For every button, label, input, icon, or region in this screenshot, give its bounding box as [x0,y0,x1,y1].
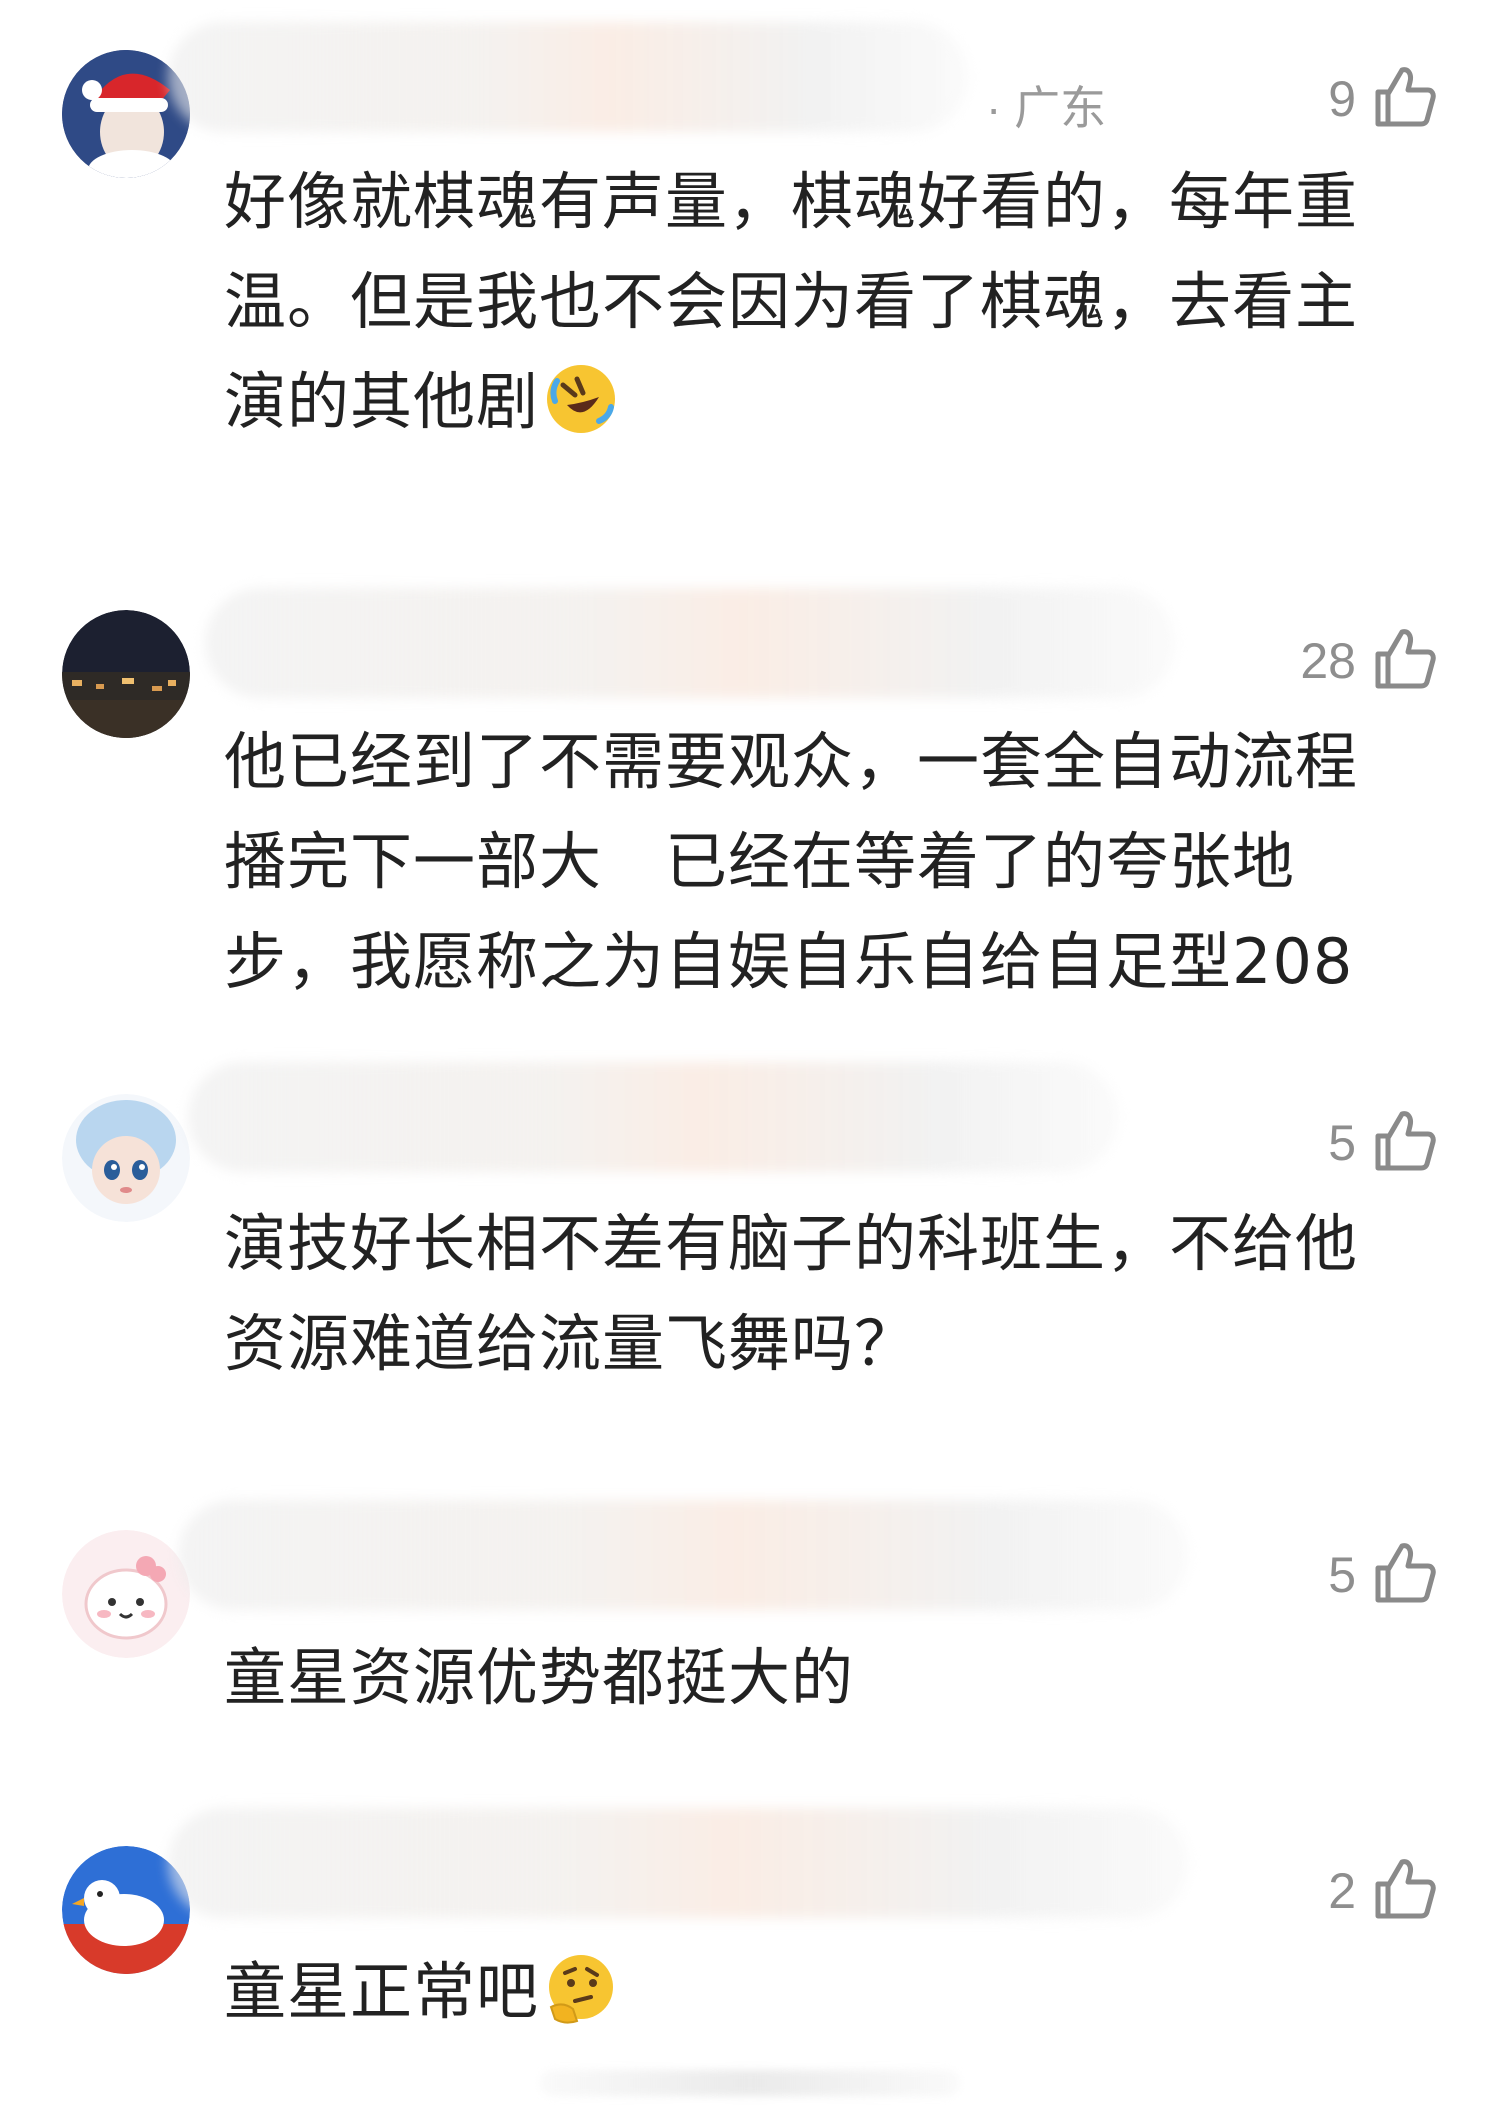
thumbs-up-icon[interactable] [1370,1538,1438,1606]
watermark [540,2070,960,2096]
thumbs-up-icon[interactable] [1370,62,1438,130]
username-blurred[interactable] [168,22,968,132]
thinking-face-icon [549,1955,614,2024]
comment-line-with-emoji: 童星正常吧 [224,1942,1444,2042]
night-city-avatar-art [62,610,190,738]
comment-line: 温。但是我也不会因为看了棋魂，去看主 [224,265,1359,338]
comment-line: 童星正常吧 [224,1955,540,2028]
thumbs-up-icon[interactable] [1370,1106,1438,1174]
comment-line: 资源难道给流量飞舞吗？ [224,1307,918,1380]
comment-line: 播完下一部大 已经在等着了的夸张地 [224,825,1296,898]
doll-avatar-art [62,1094,190,1222]
username-blurred[interactable] [205,588,1175,698]
thumbs-up-icon[interactable] [1370,1854,1438,1922]
like-count: 2 [1328,1863,1356,1919]
comment-text: 童星正常吧 [224,1942,1444,2042]
comment-text: 演技好长相不差有脑子的科班生，不给他 资源难道给流量飞舞吗？ [224,1194,1444,1394]
rolling-on-floor-laughing-icon [547,365,616,433]
comment-text: 他已经到了不需要观众，一套全自动流程 播完下一部大 已经在等着了的夸张地 步，我… [224,712,1444,1012]
comment-line: 童星资源优势都挺大的 [224,1641,855,1714]
avatar[interactable] [62,1094,190,1222]
comment-location: · 广东 [986,82,1107,134]
comment-line: 演技好长相不差有脑子的科班生，不给他 [224,1207,1359,1280]
username-blurred[interactable] [178,1500,1188,1610]
like-count: 5 [1328,1115,1356,1171]
comment-line: 好像就棋魂有声量，棋魂好看的，每年重 [224,165,1359,238]
comment-line-with-emoji: 演的其他剧 [224,352,1444,452]
like-count: 28 [1300,633,1356,689]
comment-text: 好像就棋魂有声量，棋魂好看的，每年重 温。但是我也不会因为看了棋魂，去看主 演的… [224,152,1444,452]
comment-line: 步，我愿称之为自娱自乐自给自足型208 [224,925,1354,998]
thumbs-up-icon[interactable] [1370,624,1438,692]
like-count: 9 [1328,71,1356,127]
comment-line: 他已经到了不需要观众，一套全自动流程 [224,725,1359,798]
avatar[interactable] [62,610,190,738]
username-blurred[interactable] [188,1062,1118,1172]
comment-text: 童星资源优势都挺大的 [224,1628,1444,1728]
username-blurred[interactable] [168,1808,1188,1918]
avatar[interactable] [62,1530,190,1658]
comment-line: 演的其他剧 [224,365,540,438]
pink-character-avatar-art [62,1530,190,1658]
like-count: 5 [1328,1547,1356,1603]
